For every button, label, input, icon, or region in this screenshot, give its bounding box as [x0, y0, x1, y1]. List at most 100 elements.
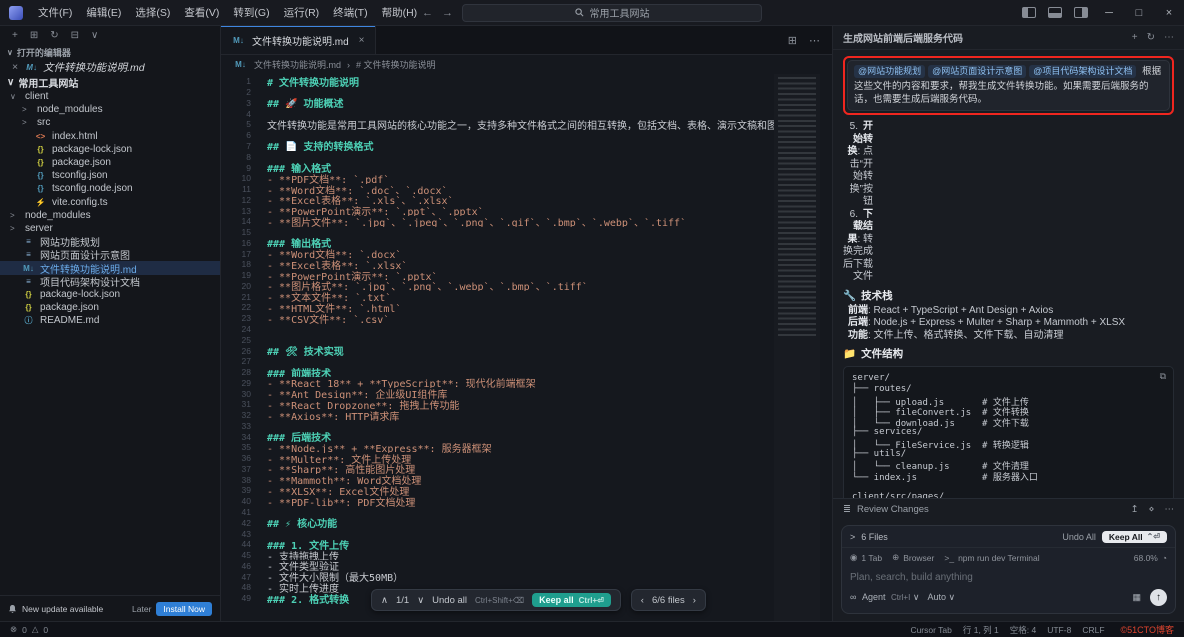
more-icon[interactable]: ⋯: [1165, 504, 1175, 515]
update-later-button[interactable]: Later: [132, 604, 151, 614]
code-line[interactable]: 46 - 文件类型验证: [221, 560, 774, 571]
code-line[interactable]: 22 - **HTML文件**: `.html`: [221, 302, 774, 313]
keep-all-button[interactable]: Keep All ⌃⏎: [1102, 531, 1167, 543]
code-line[interactable]: 9 ### 输入格式: [221, 162, 774, 173]
refresh-icon[interactable]: ↻: [50, 30, 58, 41]
code-line[interactable]: 33: [221, 421, 774, 432]
code-line[interactable]: 27: [221, 356, 774, 367]
undo-all-button[interactable]: Undo All: [1062, 532, 1096, 542]
diff-icon[interactable]: ⋄: [1149, 504, 1155, 515]
tree-item[interactable]: package.json: [0, 156, 220, 169]
code-line[interactable]: 14 - **图片文件**: `.jpg`、`.jpeg`、`.png`、`.g…: [221, 216, 774, 227]
new-folder-icon[interactable]: ⊞: [30, 30, 38, 41]
tree-item[interactable]: 网站功能规划: [0, 235, 220, 248]
code-line[interactable]: 10 - **PDF文档**: `.pdf`: [221, 173, 774, 184]
code-line[interactable]: 37 - **Sharp**: 高性能图片处理: [221, 464, 774, 475]
tree-item[interactable]: package-lock.json: [0, 143, 220, 156]
code-line[interactable]: 30 - **Ant Design**: 企业级UI组件库: [221, 388, 774, 399]
status-item[interactable]: Cursor Tab: [910, 625, 951, 635]
code-line[interactable]: 7 ## 📄 支持的转换格式: [221, 141, 774, 152]
chat-input[interactable]: Plan, search, build anything: [842, 567, 1175, 585]
more-icon[interactable]: ⋯: [1164, 32, 1174, 43]
code-line[interactable]: 19 - **PowerPoint演示**: `.pptx`: [221, 270, 774, 281]
code-line[interactable]: 31 - **React Dropzone**: 拖拽上传功能: [221, 399, 774, 410]
menu-item[interactable]: 转到(G): [226, 5, 276, 20]
code-line[interactable]: 36 - **Multer**: 文件上传处理: [221, 453, 774, 464]
tree-item[interactable]: 文件转换功能说明.md: [0, 261, 220, 274]
code-line[interactable]: 25: [221, 334, 774, 345]
code-line[interactable]: 32 - **Axios**: HTTP请求库: [221, 410, 774, 421]
code-line[interactable]: 18 - **Excel表格**: `.xlsx`: [221, 259, 774, 270]
menu-item[interactable]: 查看(V): [177, 5, 226, 20]
files-next-icon[interactable]: ›: [693, 595, 696, 606]
code-line[interactable]: 8: [221, 151, 774, 162]
workspace-header[interactable]: ∨ 常用工具网站: [0, 74, 220, 90]
user-message[interactable]: @网站功能规划@网站页面设计示意图@项目代码架构设计文档 根据这些文件的内容和要…: [847, 60, 1170, 111]
menu-item[interactable]: 运行(R): [277, 5, 327, 20]
open-editors-header[interactable]: ∨ 打开的编辑器: [0, 45, 220, 60]
code-line[interactable]: 17 - **Word文档**: `.docx`: [221, 248, 774, 259]
keep-all-button[interactable]: Keep all Ctrl+⏎: [532, 593, 611, 607]
status-item[interactable]: UTF-8: [1047, 625, 1071, 635]
status-item[interactable]: CRLF: [1082, 625, 1104, 635]
undo-all-button[interactable]: Undo all: [432, 595, 467, 606]
context-tab[interactable]: ◉1 Tab: [850, 552, 882, 563]
context-tab[interactable]: >_npm run dev Terminal: [944, 552, 1039, 563]
status-item[interactable]: 行 1, 列 1: [963, 624, 999, 636]
review-changes-bar[interactable]: ≣ Review Changes ↥ ⋄ ⋯: [833, 498, 1184, 520]
code-line[interactable]: 4: [221, 108, 774, 119]
code-line[interactable]: 24: [221, 324, 774, 335]
tree-item[interactable]: index.html: [0, 130, 220, 143]
code-line[interactable]: 6: [221, 130, 774, 141]
image-icon[interactable]: ▦: [1132, 592, 1141, 603]
new-chat-icon[interactable]: +: [1132, 32, 1138, 43]
agent-mode-selector[interactable]: ∞ Agent Ctrl+I ∨: [850, 592, 919, 603]
tree-item[interactable]: README.md: [0, 314, 220, 327]
code-line[interactable]: 13 - **PowerPoint演示**: `.ppt`、`.pptx`: [221, 205, 774, 216]
split-editor-icon[interactable]: ⊞: [788, 34, 797, 47]
minimap[interactable]: [774, 74, 820, 621]
code-line[interactable]: 2: [221, 87, 774, 98]
code-line[interactable]: 29 - **React 18** + **TypeScript**: 现代化前…: [221, 377, 774, 388]
warnings-icon[interactable]: △: [32, 624, 39, 635]
files-prev-icon[interactable]: ‹: [641, 595, 644, 606]
command-center-search[interactable]: 常用工具网站: [462, 4, 762, 22]
code-line[interactable]: 12 - **Excel表格**: `.xls`、`.xlsx`: [221, 194, 774, 205]
window-maximize-button[interactable]: □: [1124, 0, 1154, 26]
tree-item[interactable]: ∨ client: [0, 90, 220, 103]
code-line[interactable]: 21 - **文本文件**: `.txt`: [221, 291, 774, 302]
code-line[interactable]: 3 ## 🚀 功能概述: [221, 98, 774, 109]
menu-item[interactable]: 选择(S): [128, 5, 177, 20]
tree-item[interactable]: > src: [0, 116, 220, 129]
code-line[interactable]: 11 - **Word文档**: `.doc`、`.docx`: [221, 184, 774, 195]
tree-item[interactable]: package-lock.json: [0, 288, 220, 301]
context-pill[interactable]: @网站页面设计示意图: [928, 65, 1026, 78]
context-usage[interactable]: 68.0% ◔: [1134, 553, 1167, 563]
tree-item[interactable]: tsconfig.node.json: [0, 182, 220, 195]
nav-forward-icon[interactable]: →: [442, 7, 453, 19]
code-line[interactable]: 43: [221, 528, 774, 539]
app-logo[interactable]: [9, 6, 23, 20]
context-pill[interactable]: @网站功能规划: [854, 65, 925, 78]
tree-item[interactable]: > node_modules: [0, 103, 220, 116]
update-install-button[interactable]: Install Now: [156, 602, 212, 616]
diff-prev-icon[interactable]: ∧: [381, 595, 388, 606]
code-line[interactable]: 41: [221, 507, 774, 518]
code-line[interactable]: 44 ### 1. 文件上传: [221, 539, 774, 550]
tree-item[interactable]: > node_modules: [0, 209, 220, 222]
more-actions-icon[interactable]: ⋯: [809, 34, 820, 47]
new-file-icon[interactable]: +: [12, 30, 18, 41]
code-line[interactable]: 28 ### 前端技术: [221, 367, 774, 378]
code-line[interactable]: 35 - **Node.js** + **Express**: 服务器框架: [221, 442, 774, 453]
window-minimize-button[interactable]: ─: [1094, 0, 1124, 26]
code-line[interactable]: 34 ### 后端技术: [221, 431, 774, 442]
scroll-up-icon[interactable]: ↥: [1131, 504, 1139, 515]
code-line[interactable]: 5 文件转换功能是常用工具网站的核心功能之一，支持多种文件格式之间的相互转换，包…: [221, 119, 774, 130]
tree-item[interactable]: tsconfig.json: [0, 169, 220, 182]
tree-item[interactable]: package.json: [0, 301, 220, 314]
menu-item[interactable]: 帮助(H): [375, 5, 425, 20]
copy-icon[interactable]: ⧉: [1160, 371, 1166, 382]
nav-back-icon[interactable]: ←: [422, 7, 433, 19]
menu-item[interactable]: 终端(T): [326, 5, 374, 20]
code-line[interactable]: 23 - **CSV文件**: `.csv`: [221, 313, 774, 324]
